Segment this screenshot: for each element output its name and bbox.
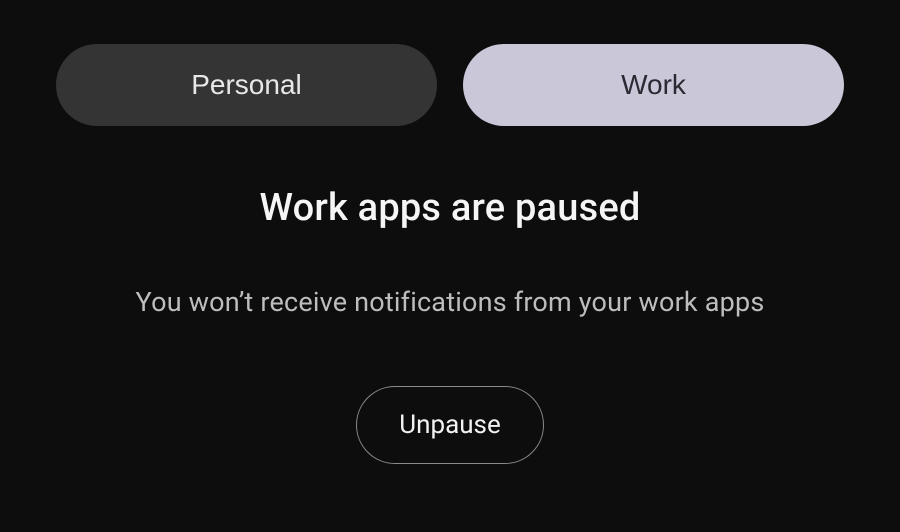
paused-heading: Work apps are paused bbox=[260, 186, 641, 230]
paused-subtext: You won’t receive notifications from you… bbox=[136, 286, 765, 318]
unpause-button[interactable]: Unpause bbox=[356, 386, 544, 464]
paused-content: Work apps are paused You won’t receive n… bbox=[0, 126, 900, 464]
tab-personal[interactable]: Personal bbox=[56, 44, 437, 126]
profile-tabs: Personal Work bbox=[0, 0, 900, 126]
tab-work[interactable]: Work bbox=[463, 44, 844, 126]
